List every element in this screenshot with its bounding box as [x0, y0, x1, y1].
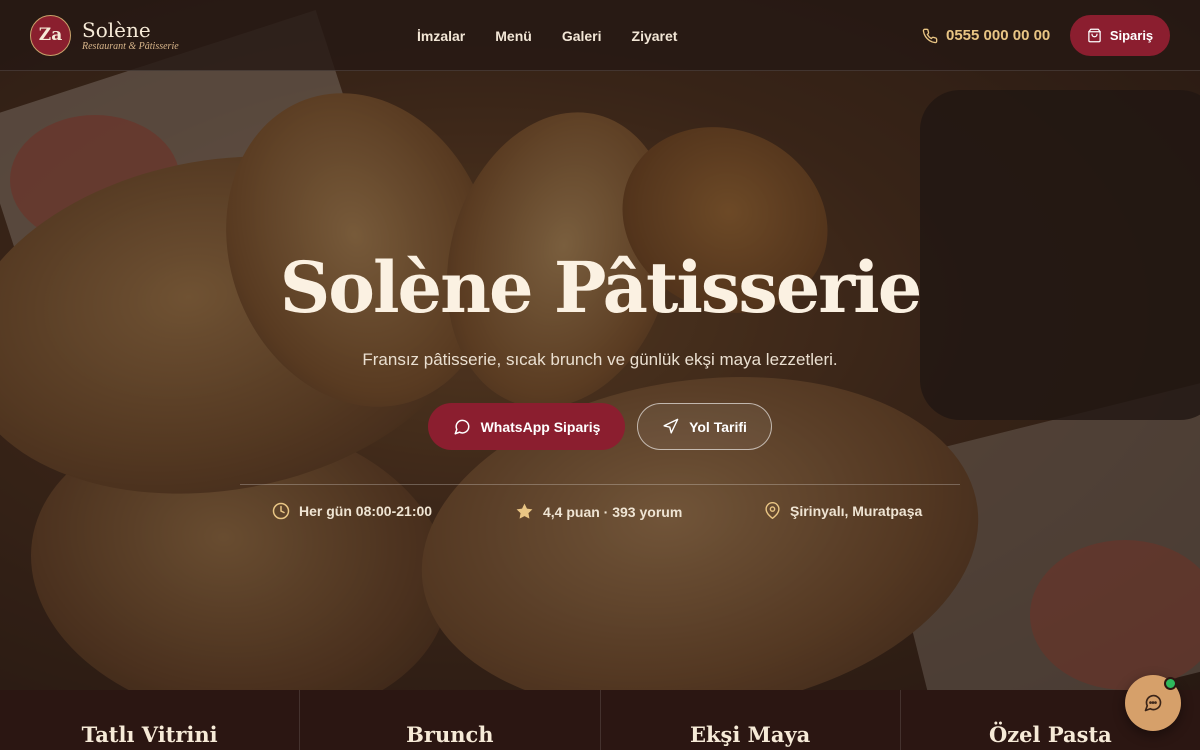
nav-galeri[interactable]: Galeri — [562, 28, 602, 44]
online-status-dot — [1164, 677, 1177, 690]
category-eksi-maya[interactable]: Ekşi Maya — [601, 690, 901, 750]
order-button[interactable]: Sipariş — [1070, 15, 1170, 56]
directions-button[interactable]: Yol Tarifi — [637, 403, 772, 450]
brand-tagline: Restaurant & Pâtisserie — [82, 40, 179, 52]
whatsapp-order-button[interactable]: WhatsApp Sipariş — [428, 403, 625, 450]
category-strip: Tatlı Vitrini Brunch Ekşi Maya Özel Past… — [0, 690, 1200, 750]
chat-bubble-icon — [454, 419, 470, 434]
shopping-bag-icon — [1088, 28, 1101, 43]
phone-number: 0555 000 00 00 — [946, 27, 1051, 44]
category-tatli-vitrini[interactable]: Tatlı Vitrini — [0, 690, 301, 750]
navigation-arrow-icon — [663, 418, 679, 434]
directions-label: Yol Tarifi — [689, 418, 747, 435]
rating: 4,4 puan · 393 yorum — [515, 502, 682, 521]
site-header: Za Solène Restaurant & Pâtisserie İmzala… — [0, 0, 1200, 71]
order-button-label: Sipariş — [1109, 28, 1154, 43]
brand[interactable]: Solène Restaurant & Pâtisserie — [82, 19, 179, 52]
star-icon — [516, 503, 533, 519]
location-text: Şirinyalı, Muratpaşa — [790, 502, 923, 519]
phone-link[interactable]: 0555 000 00 00 — [922, 0, 1050, 71]
hero-background-image — [0, 0, 1200, 690]
nav-menu[interactable]: Menü — [495, 28, 532, 44]
nav-ziyaret[interactable]: Ziyaret — [632, 28, 678, 44]
category-brunch[interactable]: Brunch — [300, 690, 601, 750]
opening-hours-text: Her gün 08:00-21:00 — [299, 503, 433, 519]
info-divider — [240, 484, 960, 485]
whatsapp-order-label: WhatsApp Sipariş — [480, 418, 601, 435]
nav-imzalar[interactable]: İmzalar — [417, 28, 465, 44]
rating-text: 4,4 puan · 393 yorum — [543, 503, 683, 520]
brand-name: Solène — [82, 17, 151, 42]
opening-hours: Her gün 08:00-21:00 — [272, 502, 432, 520]
location: Şirinyalı, Muratpaşa — [764, 502, 922, 519]
main-nav: İmzalar Menü Galeri Ziyaret — [417, 0, 677, 71]
hero-title: Solène Pâtisserie — [279, 246, 923, 329]
logo-badge[interactable]: Za — [30, 14, 71, 56]
map-pin-icon — [765, 502, 780, 519]
phone-icon — [922, 28, 938, 43]
hero-subtitle: Fransız pâtisserie, sıcak brunch ve günl… — [362, 350, 838, 369]
clock-icon — [272, 502, 290, 520]
hero-actions: WhatsApp Sipariş Yol Tarifi — [428, 403, 772, 450]
chat-icon — [1144, 694, 1162, 712]
